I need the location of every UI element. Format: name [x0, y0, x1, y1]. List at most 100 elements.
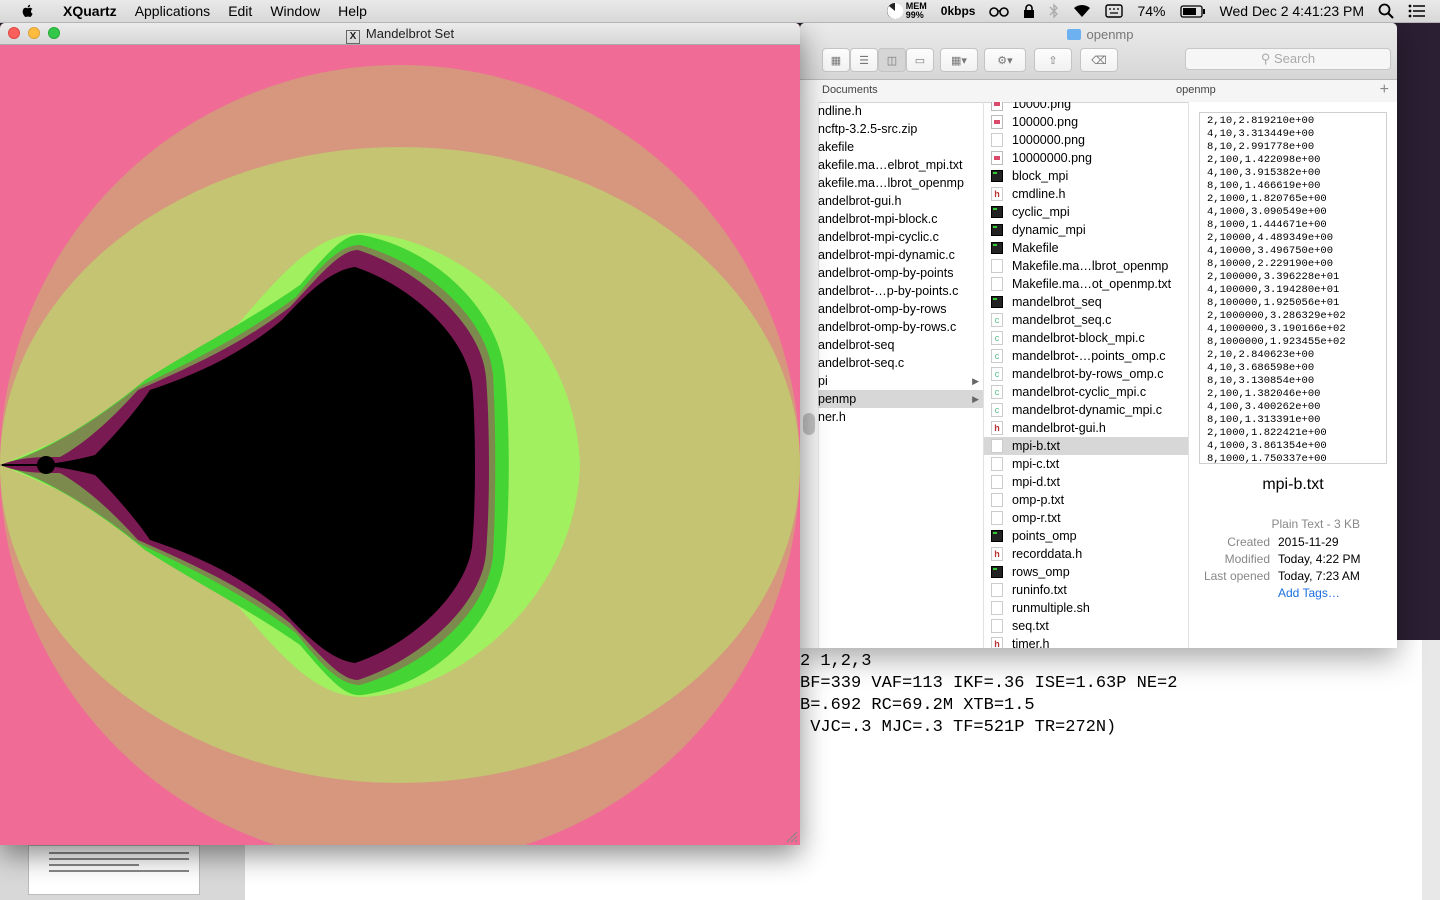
- document-scrollbar[interactable]: [1422, 640, 1440, 900]
- folder-item[interactable]: penmp ▶: [818, 390, 983, 408]
- h-file-icon: h: [991, 187, 1003, 201]
- file-item[interactable]: andelbrot-…p-by-points.c: [818, 282, 983, 300]
- file-item[interactable]: ndline.h: [818, 102, 983, 120]
- file-item[interactable]: mpi-d.txt: [984, 473, 1188, 491]
- file-item[interactable]: Makefile: [984, 239, 1188, 257]
- cover-flow-button[interactable]: ▭: [906, 48, 934, 72]
- preview-text-line: 8,10,2.991778e+00: [1207, 141, 1315, 153]
- file-item[interactable]: 100000.png: [984, 113, 1188, 131]
- file-item[interactable]: andelbrot-gui.h: [818, 192, 983, 210]
- resize-grip-icon[interactable]: [786, 831, 798, 843]
- file-item-label: mandelbrot-…points_omp.c: [1012, 349, 1166, 363]
- tags-button[interactable]: ⌫: [1080, 48, 1118, 72]
- clock[interactable]: Wed Dec 2 4:41:23 PM: [1220, 3, 1364, 19]
- file-item[interactable]: akefile.ma…lbrot_openmp: [818, 174, 983, 192]
- file-item[interactable]: andelbrot-omp-by-rows.c: [818, 318, 983, 336]
- mandelbrot-canvas[interactable]: [0, 45, 800, 845]
- file-item[interactable]: points_omp: [984, 527, 1188, 545]
- file-item[interactable]: c mandelbrot-by-rows_omp.c: [984, 365, 1188, 383]
- file-item[interactable]: 1000000.png: [984, 131, 1188, 149]
- file-item[interactable]: akefile: [818, 138, 983, 156]
- add-tags-link[interactable]: Add Tags…: [1278, 586, 1340, 600]
- memory-status[interactable]: MEM 99%: [886, 2, 927, 20]
- column-view-button[interactable]: ◫: [878, 48, 906, 72]
- file-item[interactable]: rows_omp: [984, 563, 1188, 581]
- bluetooth-icon[interactable]: [1049, 3, 1059, 19]
- spotlight-search-icon[interactable]: [1378, 3, 1394, 19]
- file-item[interactable]: andelbrot-seq.c: [818, 354, 983, 372]
- file-item[interactable]: c mandelbrot-block_mpi.c: [984, 329, 1188, 347]
- column-scrollbar[interactable]: [800, 102, 819, 648]
- file-item[interactable]: cyclic_mpi: [984, 203, 1188, 221]
- file-item[interactable]: andelbrot-omp-by-rows: [818, 300, 983, 318]
- file-item[interactable]: 10000.png: [984, 102, 1188, 113]
- file-item[interactable]: c mandelbrot-…points_omp.c: [984, 347, 1188, 365]
- menu-applications[interactable]: Applications: [126, 0, 220, 22]
- apple-menu-icon[interactable]: [20, 3, 36, 19]
- file-item[interactable]: andelbrot-omp-by-points: [818, 264, 983, 282]
- page-thumbnail[interactable]: [28, 845, 200, 895]
- column-header-openmp[interactable]: openmp: [1176, 84, 1216, 96]
- wifi-icon[interactable]: [1073, 4, 1091, 18]
- column-header-documents[interactable]: Documents: [822, 84, 878, 96]
- file-item[interactable]: mpi-c.txt: [984, 455, 1188, 473]
- folder-item[interactable]: pi ▶: [818, 372, 983, 390]
- share-button[interactable]: ⇧: [1034, 48, 1072, 72]
- file-item[interactable]: andelbrot-mpi-block.c: [818, 210, 983, 228]
- file-item[interactable]: block_mpi: [984, 167, 1188, 185]
- file-item[interactable]: c mandelbrot-cyclic_mpi.c: [984, 383, 1188, 401]
- file-item[interactable]: mpi-b.txt: [984, 437, 1188, 455]
- file-item[interactable]: andelbrot-mpi-cyclic.c: [818, 228, 983, 246]
- network-speed[interactable]: 0kbps: [941, 4, 976, 18]
- preview-text-line: 4,10000,3.496750e+00: [1207, 245, 1334, 257]
- mandelbrot-titlebar[interactable]: X Mandelbrot Set: [0, 23, 800, 45]
- file-item[interactable]: h recorddata.h: [984, 545, 1188, 563]
- txt-file-icon: [991, 277, 1003, 291]
- file-item[interactable]: mandelbrot_seq: [984, 293, 1188, 311]
- file-item[interactable]: Makefile.ma…lbrot_openmp: [984, 257, 1188, 275]
- file-item-label: 10000.png: [1012, 102, 1072, 111]
- glasses-icon[interactable]: [989, 5, 1010, 17]
- icon-view-button[interactable]: ▦: [822, 48, 850, 72]
- action-button[interactable]: ⚙▾: [984, 48, 1026, 72]
- file-item[interactable]: h timer.h: [984, 635, 1188, 648]
- arrange-button[interactable]: ▦▾: [940, 48, 978, 72]
- file-item[interactable]: Makefile.ma…ot_openmp.txt: [984, 275, 1188, 293]
- file-item[interactable]: dynamic_mpi: [984, 221, 1188, 239]
- file-item[interactable]: 10000000.png: [984, 149, 1188, 167]
- notification-center-icon[interactable]: [1408, 4, 1426, 18]
- keyboard-input-icon[interactable]: [1105, 4, 1124, 18]
- file-item[interactable]: h cmdline.h: [984, 185, 1188, 203]
- file-item[interactable]: runmultiple.sh: [984, 599, 1188, 617]
- file-item[interactable]: seq.txt: [984, 617, 1188, 635]
- file-item[interactable]: ncftp-3.2.5-src.zip: [818, 120, 983, 138]
- preview-text-line: 8,100,1.313391e+00: [1207, 414, 1321, 426]
- menu-help[interactable]: Help: [329, 0, 376, 22]
- file-item[interactable]: andelbrot-seq: [818, 336, 983, 354]
- scroll-thumb[interactable]: [803, 413, 815, 435]
- file-item[interactable]: runinfo.txt: [984, 581, 1188, 599]
- file-item[interactable]: h mandelbrot-gui.h: [984, 419, 1188, 437]
- menu-window[interactable]: Window: [261, 0, 329, 22]
- txt-file-icon: [991, 457, 1003, 471]
- file-item[interactable]: ner.h: [818, 408, 983, 426]
- preview-text-line: 4,10,3.686598e+00: [1207, 362, 1315, 374]
- file-item[interactable]: omp-r.txt: [984, 509, 1188, 527]
- preview-text-line: 4,100,3.915382e+00: [1207, 167, 1321, 179]
- file-item[interactable]: andelbrot-mpi-dynamic.c: [818, 246, 983, 264]
- list-view-button[interactable]: ☰: [850, 48, 878, 72]
- file-item[interactable]: omp-p.txt: [984, 491, 1188, 509]
- battery-percent[interactable]: 74%: [1137, 3, 1165, 19]
- txt-file-icon: [991, 493, 1003, 507]
- add-column-button[interactable]: +: [1380, 81, 1389, 99]
- file-item[interactable]: c mandelbrot-dynamic_mpi.c: [984, 401, 1188, 419]
- finder-titlebar[interactable]: openmp ▦ ☰ ◫ ▭ ▦▾ ⚙▾ ⇧ ⌫ ⚲ Search: [800, 23, 1397, 80]
- search-field[interactable]: ⚲ Search: [1185, 48, 1391, 70]
- file-item[interactable]: akefile.ma…elbrot_mpi.txt: [818, 156, 983, 174]
- app-menu-xquartz[interactable]: XQuartz: [54, 0, 126, 22]
- battery-icon[interactable]: [1179, 4, 1206, 18]
- file-item[interactable]: c mandelbrot_seq.c: [984, 311, 1188, 329]
- text-preview[interactable]: 2,10,2.819210e+00 4,10,3.313449e+00 8,10,2…: [1199, 112, 1387, 464]
- lock-icon[interactable]: [1023, 4, 1035, 18]
- menu-edit[interactable]: Edit: [219, 0, 261, 22]
